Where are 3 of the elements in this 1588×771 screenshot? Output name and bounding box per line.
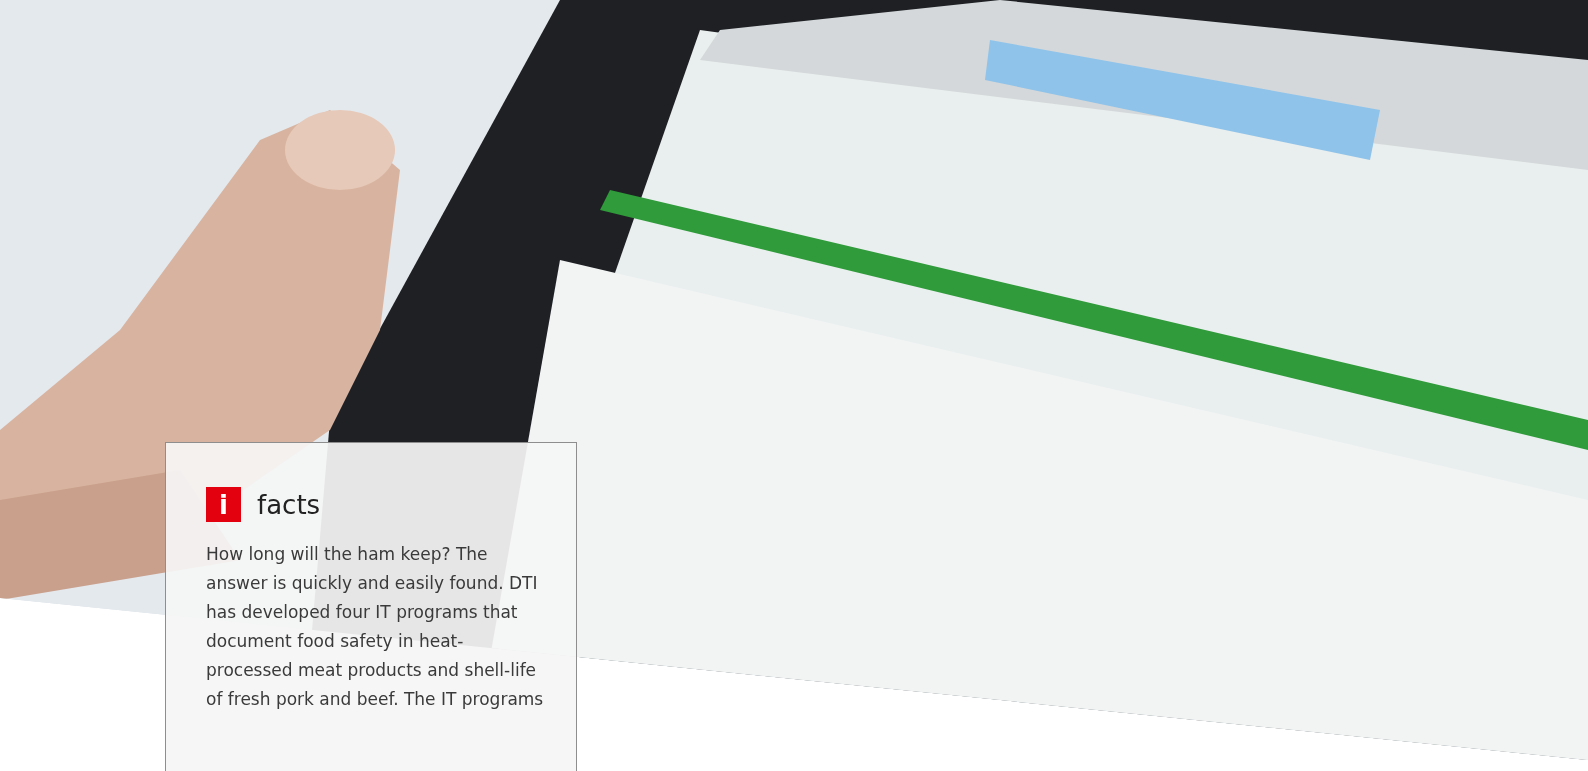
facts-title: facts [257, 489, 321, 520]
info-icon: i [206, 487, 241, 522]
facts-text: How long will the ham keep? The answer is quickly and easily found. DTI has developed four IT programs that document food safety in heat-processed meat products and shell-life of fresh pork and beef. The IT programs [206, 543, 545, 711]
